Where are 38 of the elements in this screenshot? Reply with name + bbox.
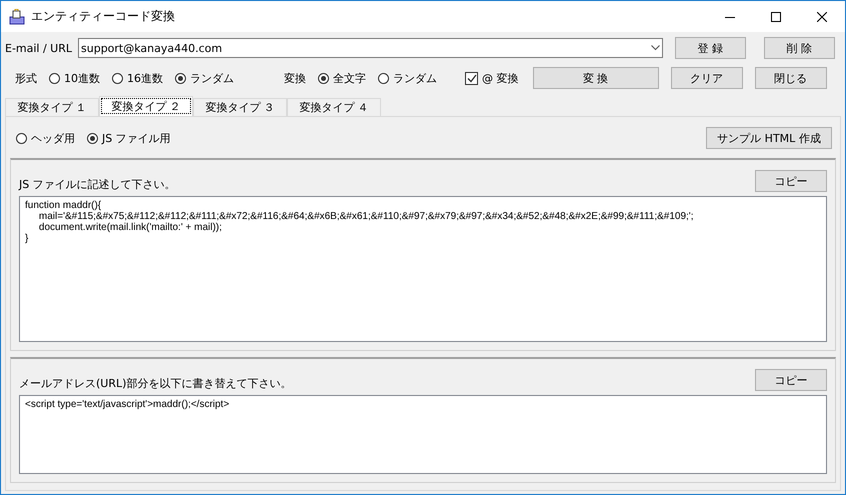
email-label: E-mail / URL	[5, 42, 72, 54]
radio-button[interactable]	[318, 72, 329, 84]
radio-label: 全文字	[333, 70, 366, 86]
convert-label: 変換	[284, 70, 306, 86]
radio-button[interactable]	[87, 132, 98, 144]
copy-button[interactable]: コピー	[755, 170, 827, 192]
copy-button[interactable]: コピー	[755, 369, 827, 391]
app-icon	[9, 8, 25, 24]
tab[interactable]: 変換タイプ １	[5, 98, 99, 116]
instruction-label: JS ファイルに記述して下さい。	[19, 177, 176, 192]
radio-button[interactable]	[378, 72, 389, 84]
radio-button[interactable]	[16, 132, 27, 144]
radio-button[interactable]	[175, 72, 186, 84]
radio-button[interactable]	[49, 72, 60, 84]
radio-label: JS ファイル用	[102, 130, 171, 146]
code-text-area[interactable]: <script type='text/javascript'>maddr();</script>	[19, 395, 827, 474]
tab[interactable]: 変換タイプ ４	[287, 98, 381, 116]
radio-label: ランダム	[393, 70, 437, 86]
register-button[interactable]: 登 録	[674, 37, 746, 59]
checkbox[interactable]	[465, 72, 478, 84]
format-label: 形式	[15, 70, 37, 86]
convert-button[interactable]: 変 換	[532, 67, 658, 89]
close-button[interactable]: 閉じる	[754, 67, 826, 89]
code-text-area[interactable]: function maddr(){ mail='&#115;&#x75;&#112;&#112;&#111;&#x72;&#116;&#64;&#x6B;&#x61;&#110;&#97;&#x79;&#97;&#x34;&#52;&#48;&#x2E;&#99;&#111;&#109;'; document.write(mail.link('mailto:' + mail)); }	[19, 196, 827, 342]
checkbox-label: @ 変換	[482, 70, 518, 86]
tab[interactable]: 変換タイプ ２	[99, 96, 193, 116]
radio-label: ランダム	[190, 70, 234, 86]
radio-label: 10進数	[64, 70, 100, 86]
delete-button[interactable]: 削 除	[764, 37, 835, 59]
email-combo-box[interactable]: support@kanaya440.com	[78, 38, 663, 58]
clear-button[interactable]: クリア	[670, 67, 742, 89]
radio-button[interactable]	[112, 72, 123, 84]
sample-html-button[interactable]: サンプル HTML 作成	[706, 127, 832, 149]
radio-label: ヘッダ用	[31, 130, 75, 146]
instruction-label: メールアドレス(URL)部分を以下に書き替えて下さい。	[19, 376, 292, 391]
radio-label: 16進数	[127, 70, 163, 86]
tab[interactable]: 変換タイプ ３	[193, 98, 287, 116]
window-title: エンティティーコード変換	[31, 8, 175, 25]
